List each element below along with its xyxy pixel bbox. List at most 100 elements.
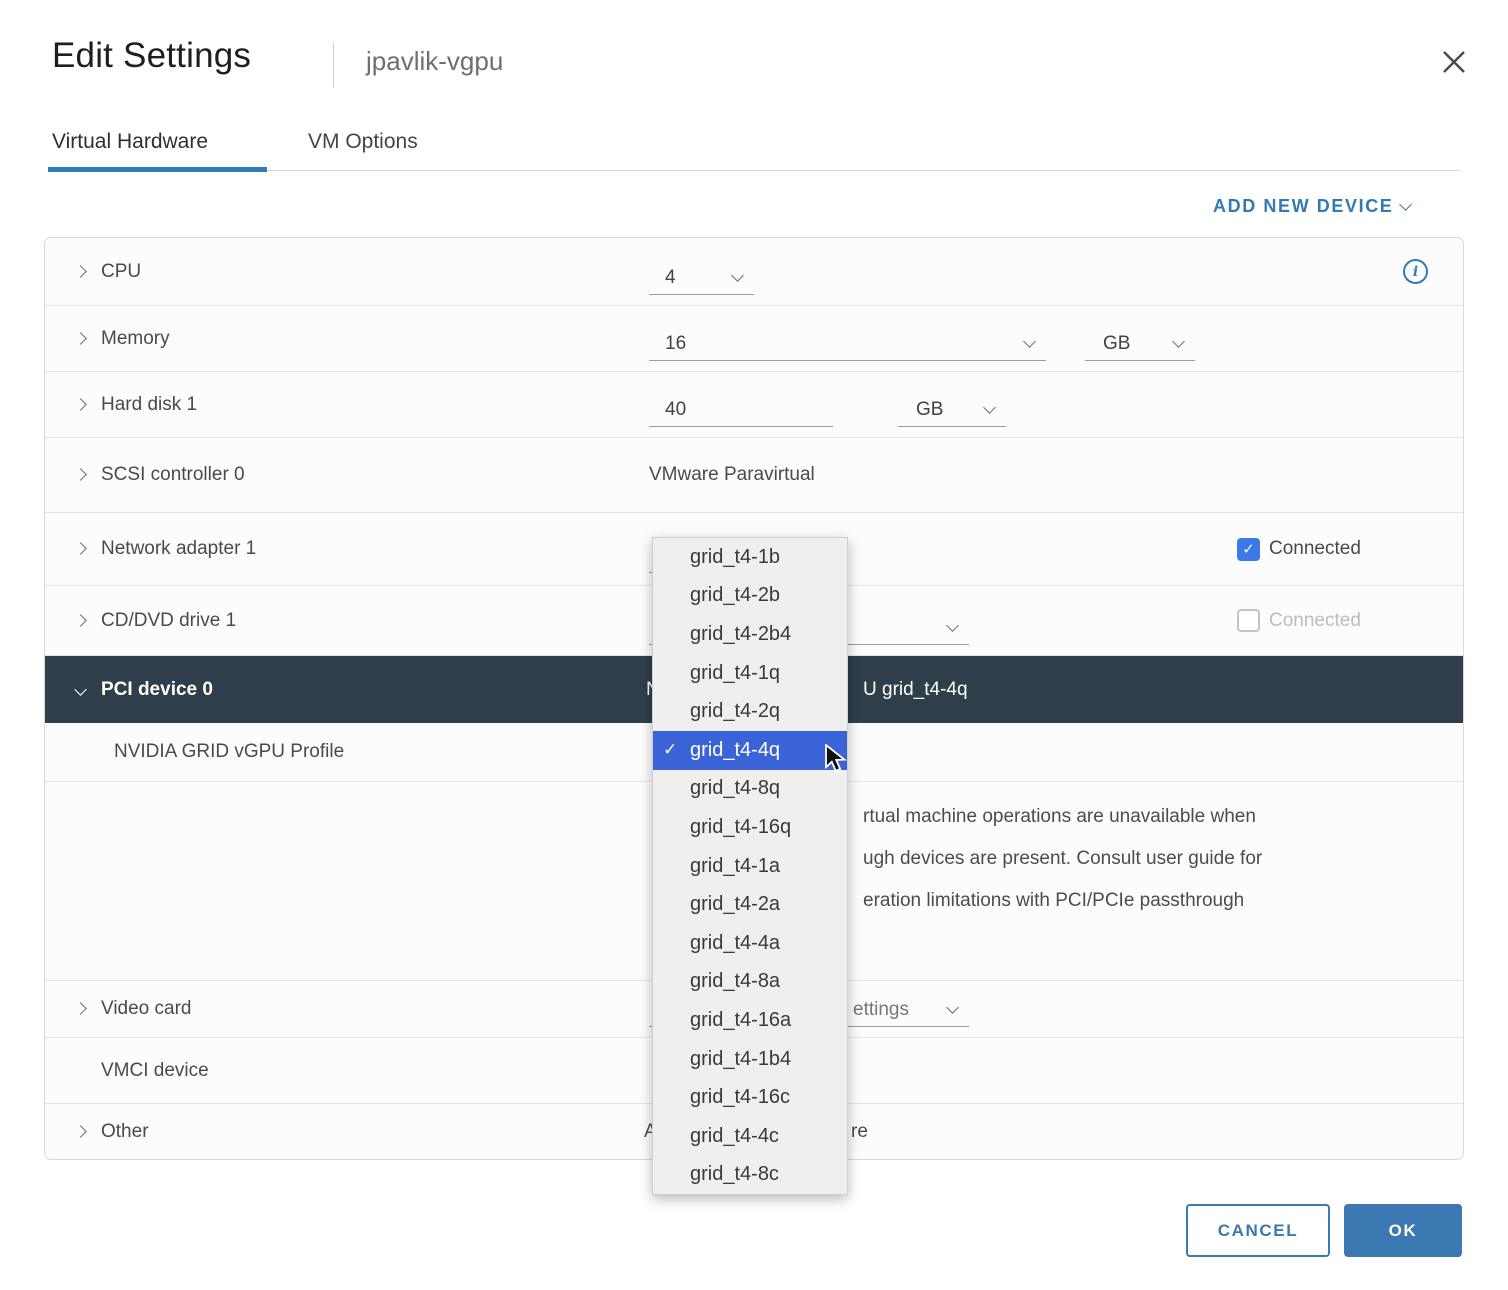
expand-chevron-icon[interactable] xyxy=(74,1002,87,1015)
tab-virtual-hardware[interactable]: Virtual Hardware xyxy=(52,130,208,154)
vgpu-profile-option[interactable]: ✓ grid_t4-4a xyxy=(653,924,847,963)
vgpu-profile-option-label: grid_t4-1b4 xyxy=(690,1048,791,1071)
vgpu-profile-option[interactable]: ✓ grid_t4-2q xyxy=(653,692,847,731)
vgpu-profile-option[interactable]: ✓ grid_t4-8c xyxy=(653,1156,847,1195)
vgpu-profile-option[interactable]: ✓ grid_t4-16a xyxy=(653,1001,847,1040)
checkbox-unchecked-icon xyxy=(1237,609,1260,632)
mouse-cursor-icon xyxy=(824,744,850,779)
vgpu-profile-option[interactable]: ✓ grid_t4-8q xyxy=(653,770,847,809)
cddvd-connected-checkbox[interactable]: Connected xyxy=(1237,609,1361,632)
cpu-count-value: 4 xyxy=(665,267,676,289)
chevron-down-icon xyxy=(983,401,996,414)
scsi-controller-value: VMware Paravirtual xyxy=(649,464,815,486)
chevron-down-icon xyxy=(731,269,744,282)
title-separator xyxy=(333,42,334,88)
vgpu-profile-option-label: grid_t4-16q xyxy=(690,816,791,839)
vgpu-profile-option[interactable]: ✓ grid_t4-4c xyxy=(653,1117,847,1156)
info-icon[interactable]: i xyxy=(1403,259,1428,284)
vgpu-profile-option[interactable]: ✓ grid_t4-1q xyxy=(653,654,847,693)
cpu-count-select[interactable]: 4 xyxy=(649,261,754,295)
vgpu-profile-option[interactable]: ✓ grid_t4-16c xyxy=(653,1078,847,1117)
vgpu-profile-option-label: grid_t4-8c xyxy=(690,1163,779,1186)
add-new-device-button[interactable]: ADD NEW DEVICE xyxy=(1213,196,1410,217)
ok-button[interactable]: OK xyxy=(1344,1204,1462,1257)
cpu-label: CPU xyxy=(101,261,141,283)
vgpu-profile-option[interactable]: ✓ grid_t4-2b4 xyxy=(653,615,847,654)
vgpu-profile-option-label: grid_t4-1q xyxy=(690,662,780,685)
expand-chevron-icon[interactable] xyxy=(74,265,87,278)
chevron-down-icon xyxy=(946,619,959,632)
memory-size-value: 16 xyxy=(665,333,686,355)
cddvd-drive-label: CD/DVD drive 1 xyxy=(101,610,236,632)
row-hard-disk: Hard disk 1 40 GB xyxy=(45,372,1463,438)
expand-chevron-icon[interactable] xyxy=(74,468,87,481)
warning-line: eration limitations with PCI/PCIe passth… xyxy=(863,880,1463,922)
video-card-settings-fragment: ettings xyxy=(853,999,909,1021)
cancel-button[interactable]: CANCEL xyxy=(1186,1204,1330,1257)
vgpu-profile-option-label: grid_t4-4a xyxy=(690,932,780,955)
row-scsi-controller: SCSI controller 0 VMware Paravirtual xyxy=(45,438,1463,513)
vgpu-profile-option[interactable]: ✓ grid_t4-4q xyxy=(653,731,847,770)
hard-disk-unit-select[interactable]: GB xyxy=(898,393,1006,427)
page-title: Edit Settings xyxy=(52,36,251,76)
row-cpu: CPU 4 i xyxy=(45,238,1463,306)
vgpu-profile-dropdown: ✓ grid_t4-1b ✓ grid_t4-2b ✓ grid_t4-2b4 … xyxy=(652,537,848,1195)
check-icon: ✓ xyxy=(663,740,677,760)
vgpu-profile-option[interactable]: ✓ grid_t4-8a xyxy=(653,963,847,1002)
vgpu-profile-option-label: grid_t4-2b4 xyxy=(690,623,791,646)
chevron-down-icon xyxy=(1023,335,1036,348)
memory-size-select[interactable]: 16 xyxy=(649,327,1046,361)
vgpu-profile-option-label: grid_t4-2q xyxy=(690,700,780,723)
vgpu-profile-option-label: grid_t4-16c xyxy=(690,1086,790,1109)
vgpu-profile-option-label: grid_t4-2a xyxy=(690,893,780,916)
vgpu-profile-option[interactable]: ✓ grid_t4-2a xyxy=(653,885,847,924)
vgpu-profile-label: NVIDIA GRID vGPU Profile xyxy=(114,741,344,763)
expand-chevron-icon[interactable] xyxy=(74,614,87,627)
vm-name: jpavlik-vgpu xyxy=(366,46,503,77)
warning-line: rtual machine operations are unavailable… xyxy=(863,796,1463,838)
tab-vm-options[interactable]: VM Options xyxy=(308,130,418,154)
vgpu-profile-option[interactable]: ✓ grid_t4-2b xyxy=(653,577,847,616)
vgpu-profile-option[interactable]: ✓ grid_t4-1a xyxy=(653,847,847,886)
other-label: Other xyxy=(101,1121,149,1143)
vmci-device-label: VMCI device xyxy=(101,1060,209,1082)
warning-line: ugh devices are present. Consult user gu… xyxy=(863,838,1463,880)
expand-chevron-icon[interactable] xyxy=(74,542,87,555)
hard-disk-size-input[interactable]: 40 xyxy=(649,393,833,427)
edit-settings-dialog: Edit Settings jpavlik-vgpu Virtual Hardw… xyxy=(0,0,1508,1290)
add-new-device-label: ADD NEW DEVICE xyxy=(1213,196,1393,217)
pci-device-value-fragment-right: U grid_t4-4q xyxy=(863,679,968,701)
vgpu-profile-option[interactable]: ✓ grid_t4-1b4 xyxy=(653,1040,847,1079)
video-card-label: Video card xyxy=(101,998,192,1020)
row-memory: Memory 16 GB xyxy=(45,306,1463,372)
vgpu-profile-option-label: grid_t4-8q xyxy=(690,777,780,800)
vgpu-profile-option-label: grid_t4-2b xyxy=(690,584,780,607)
connected-label: Connected xyxy=(1269,538,1361,560)
other-value-fragment-right: re xyxy=(851,1121,868,1143)
vgpu-profile-option[interactable]: ✓ grid_t4-16q xyxy=(653,808,847,847)
vgpu-profile-option-label: grid_t4-16a xyxy=(690,1009,791,1032)
memory-unit-value: GB xyxy=(1103,333,1130,355)
memory-unit-select[interactable]: GB xyxy=(1085,327,1195,361)
chevron-down-icon xyxy=(1172,335,1185,348)
chevron-down-icon xyxy=(946,1001,959,1014)
pci-device-label: PCI device 0 xyxy=(101,679,213,701)
hard-disk-unit-value: GB xyxy=(916,399,943,421)
vgpu-profile-option-label: grid_t4-4q xyxy=(690,739,780,762)
vgpu-profile-option-label: grid_t4-8a xyxy=(690,970,780,993)
checkbox-checked-icon: ✓ xyxy=(1237,538,1260,561)
expand-chevron-icon[interactable] xyxy=(74,1125,87,1138)
vgpu-profile-option-label: grid_t4-1a xyxy=(690,855,780,878)
expand-chevron-icon[interactable] xyxy=(74,332,87,345)
hard-disk-size-value: 40 xyxy=(665,399,686,421)
memory-label: Memory xyxy=(101,328,170,350)
vgpu-profile-option[interactable]: ✓ grid_t4-1b xyxy=(653,538,847,577)
active-tab-underline xyxy=(48,167,267,172)
chevron-down-icon xyxy=(1400,198,1413,211)
network-adapter-label: Network adapter 1 xyxy=(101,538,256,560)
collapse-chevron-icon[interactable] xyxy=(74,683,87,696)
hard-disk-label: Hard disk 1 xyxy=(101,394,197,416)
network-connected-checkbox[interactable]: ✓ Connected xyxy=(1237,538,1361,561)
close-icon[interactable] xyxy=(1436,44,1472,80)
expand-chevron-icon[interactable] xyxy=(74,398,87,411)
